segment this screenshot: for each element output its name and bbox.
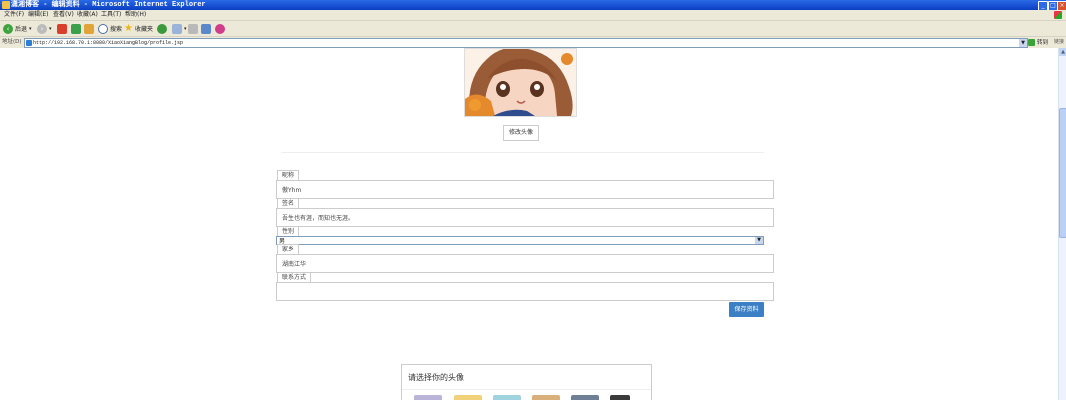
nickname-field[interactable]: 傲Yhm [276,180,774,199]
history-button[interactable] [157,23,167,34]
search-icon [98,23,108,34]
avatar-option[interactable] [571,395,599,400]
save-profile-button[interactable]: 保存资料 [729,302,764,317]
divider [281,152,764,153]
go-label: 转到 [1037,40,1049,46]
mail-button[interactable]: ▾ [172,23,187,34]
address-url: http://192.168.70.1:8080/XiaoXiangBlog/p… [33,40,184,46]
stop-button[interactable] [57,23,67,34]
star-icon: ★ [124,23,133,34]
window-title: 潇湘博客 - 编辑资料 - Microsoft Internet Explore… [11,1,206,9]
messenger-icon [215,23,225,34]
menu-favorites[interactable]: 收藏(A) [77,10,98,20]
search-label: 搜索 [110,26,123,33]
history-icon [157,23,167,34]
forward-button[interactable]: › ▾ [37,23,52,34]
printer-icon [188,23,198,34]
go-button[interactable]: 转到 [1028,38,1048,46]
links-toolbar[interactable]: 链接 [1054,37,1064,48]
avatar-option[interactable] [414,395,442,400]
refresh-icon [71,23,81,34]
chevron-down-icon: ▾ [184,25,187,32]
refresh-button[interactable] [71,23,81,34]
menu-view[interactable]: 查看(V) [53,10,74,20]
mail-icon [172,23,182,34]
menu-help[interactable]: 帮助(H) [125,10,146,20]
menu-bar: 文件(F) 编辑(E) 查看(V) 收藏(A) 工具(T) 帮助(H) [0,10,1066,21]
chooser-title: 请选择你的头像 [408,373,464,382]
gender-select[interactable]: 男 ▼ [276,236,764,245]
favorites-button[interactable]: ★ 收藏夹 [124,23,153,34]
print-button[interactable] [188,23,198,34]
hometown-label: 家乡 [277,244,300,254]
avatar-chooser-panel: 请选择你的头像 [401,364,652,400]
divider [402,389,651,390]
avatar-option[interactable] [454,395,482,400]
avatar-option[interactable] [532,395,560,400]
contact-label: 联系方式 [277,272,312,282]
ie-icon [2,1,10,9]
chevron-down-icon: ▾ [29,25,32,32]
hometown-field[interactable]: 湖南江华 [276,254,774,273]
change-avatar-button[interactable]: 修改头像 [503,125,539,141]
windows-logo-icon [1054,11,1062,19]
edit-page-icon [201,23,211,34]
scrollbar-thumb[interactable] [1059,108,1066,238]
avatar-option[interactable] [610,395,630,400]
home-icon [84,23,94,34]
messenger-button[interactable] [215,23,225,34]
chevron-down-icon[interactable]: ▼ [1019,39,1027,47]
back-button[interactable]: ‹ 后退 ▾ [3,23,32,34]
search-button[interactable]: 搜索 [98,23,122,34]
forward-arrow-icon: › [37,23,47,34]
address-label: 地址(D) [2,39,22,45]
page-icon [26,40,32,46]
signature-label: 签名 [277,198,300,208]
menu-tools[interactable]: 工具(T) [101,10,121,20]
stop-icon [57,23,67,34]
gender-label: 性别 [277,226,300,236]
scroll-up-icon[interactable]: ▲ [1059,48,1066,56]
signature-field[interactable]: 吾生也有涯，而知也无涯。 [276,208,774,227]
nickname-label: 昵称 [277,170,300,180]
edit-button[interactable] [201,23,211,34]
avatar [464,48,577,117]
vertical-scrollbar[interactable]: ▲ [1058,48,1066,400]
menu-edit[interactable]: 编辑(E) [28,10,48,20]
menu-file[interactable]: 文件(F) [4,10,24,20]
address-input[interactable]: http://192.168.70.1:8080/XiaoXiangBlog/p… [24,38,1028,48]
back-label: 后退 [15,26,28,33]
favorites-label: 收藏夹 [134,26,153,33]
toolbar: ‹ 后退 ▾ › ▾ 搜索 ★ 收藏夹 ▾ [0,21,1066,37]
window-titlebar: 潇湘博客 - 编辑资料 - Microsoft Internet Explore… [0,0,1066,11]
avatar-option[interactable] [493,395,521,400]
page-content: 修改头像 昵称 傲Yhm 签名 吾生也有涯，而知也无涯。 性别 男 ▼ 家乡 湖… [0,48,1058,400]
contact-field[interactable] [276,282,774,301]
chevron-down-icon: ▾ [49,25,52,32]
back-arrow-icon: ‹ [3,23,13,34]
avatar-illustration [465,49,576,116]
go-arrow-icon [1028,38,1035,46]
home-button[interactable] [84,23,94,34]
chevron-down-icon[interactable]: ▼ [755,237,763,244]
